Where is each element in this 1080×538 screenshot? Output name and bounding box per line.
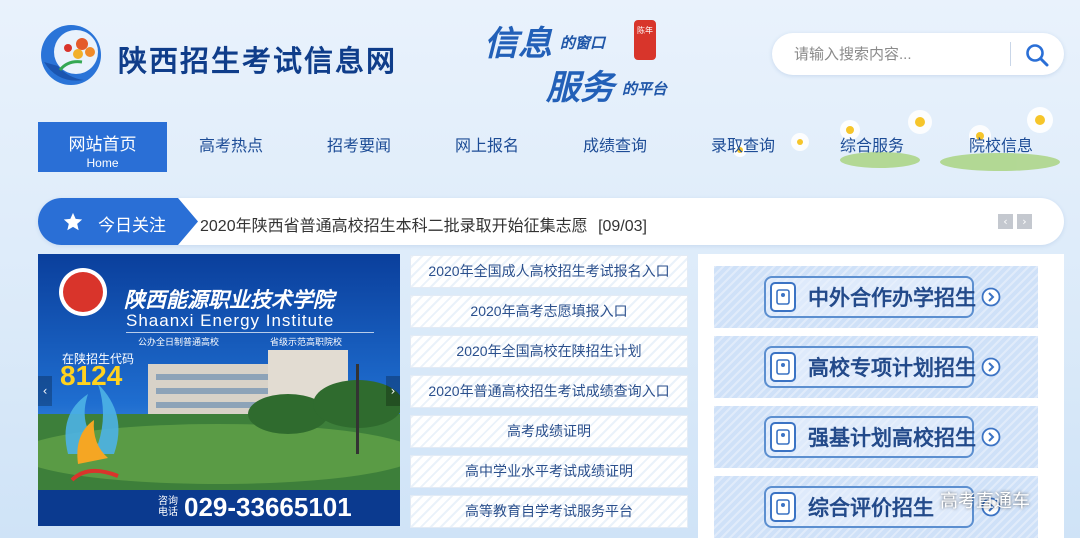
today-headline[interactable]: 2020年陕西省普通高校招生本科二批录取开始征集志愿 [09/03] [200,212,647,236]
watermark: 高考直通车 [940,491,1030,511]
banner-phone: 029-33665101 [184,492,352,522]
link-score-certificate[interactable]: 高考成绩证明 [410,415,688,448]
next-arrow-icon[interactable]: › [1017,214,1032,229]
arrow-right-circle-icon [981,357,1001,377]
consult-line-2: 电话 [158,507,178,518]
link-academic-level-certificate[interactable]: 高中学业水平考试成绩证明 [410,455,688,488]
search-icon[interactable] [1024,42,1050,68]
document-icon [770,352,796,382]
document-icon [770,492,796,522]
nav-admission-query[interactable]: 录取查询 [679,122,807,172]
arrow-right-circle-icon [981,427,1001,447]
today-focus-label: 今日关注 [98,216,166,235]
nav-score-query[interactable]: 成绩查询 [551,122,679,172]
prev-arrow-icon[interactable]: ‹ [998,214,1013,229]
nav-college-info[interactable]: 院校信息 [937,122,1065,172]
site-title[interactable]: 陕西招生考试信息网 [118,38,397,80]
nav-online-registration[interactable]: 网上报名 [423,122,551,172]
headline-date: [09/03] [598,218,647,235]
link-enrollment-plan[interactable]: 2020年全国高校在陕招生计划 [410,335,688,368]
link-adult-exam-registration[interactable]: 2020年全国成人高校招生考试报名入口 [410,255,688,288]
nav-home-sub: Home [86,156,119,170]
consult-line-1: 咨询 [158,496,178,507]
nav-home[interactable]: 网站首页 Home [38,122,167,172]
nav-gaokao-hot[interactable]: 高考热点 [167,122,295,172]
headline-text: 2020年陕西省普通高校招生本科二批录取开始征集志愿 [200,218,588,235]
arrow-right-circle-icon [981,287,1001,307]
search-input[interactable] [794,44,1014,64]
nav-services[interactable]: 综合服务 [807,122,937,172]
main-nav: 网站首页 Home 高考热点 招考要闻 网上报名 成绩查询 录取查询 综合服务 … [0,122,1080,172]
document-icon [770,422,796,452]
slogan-seal: 陈年 [634,20,656,60]
banner-school-en: Shaanxi Energy Institute [126,311,335,330]
banner-consult-label: 咨询 电话 [158,496,178,518]
sino-foreign-button[interactable]: 中外合作办学招生 [714,266,1038,328]
link-volunteer-filling[interactable]: 2020年高考志愿填报入口 [410,295,688,328]
banner-divider [126,332,374,333]
site-logo-icon[interactable] [38,22,104,88]
search-box [772,33,1064,75]
slogan-line2: 服务 [546,68,614,108]
slogan-line1-small: 的窗口 [560,34,606,52]
banner-sub-right: 省级示范高职院校 [270,337,343,347]
banner-prev-icon[interactable]: ‹ [38,376,52,406]
nav-exam-news[interactable]: 招考要闻 [295,122,423,172]
search-divider [1010,42,1011,66]
document-icon [770,282,796,312]
banner-school-cn: 陕西能源职业技术学院 [124,287,334,312]
banner-next-icon[interactable]: › [386,376,400,406]
sino-foreign-label: 中外合作办学招生 [808,285,976,310]
link-self-study-exam-platform[interactable]: 高等教育自学考试服务平台 [410,495,688,528]
banner-code: 8124 [60,360,123,391]
strong-base-label: 强基计划高校招生 [808,425,976,450]
star-icon [63,212,83,231]
banner-carousel[interactable]: 陕西能源职业技术学院 Shaanxi Energy Institute 公办全日… [38,254,400,526]
nav-home-label: 网站首页 [68,135,137,154]
special-plan-button[interactable]: 高校专项计划招生 [714,336,1038,398]
strong-base-button[interactable]: 强基计划高校招生 [714,406,1038,468]
today-focus-bar: 今日关注 2020年陕西省普通高校招生本科二批录取开始征集志愿 [09/03] … [38,198,1064,245]
slogan-line1: 信息 [484,24,552,64]
special-plan-label: 高校专项计划招生 [808,355,976,380]
comprehensive-evaluation-label: 综合评价招生 [808,495,934,520]
link-score-query-entry[interactable]: 2020年普通高校招生考试成绩查询入口 [410,375,688,408]
banner-sub-left: 公办全日制普通高校 [138,337,220,347]
